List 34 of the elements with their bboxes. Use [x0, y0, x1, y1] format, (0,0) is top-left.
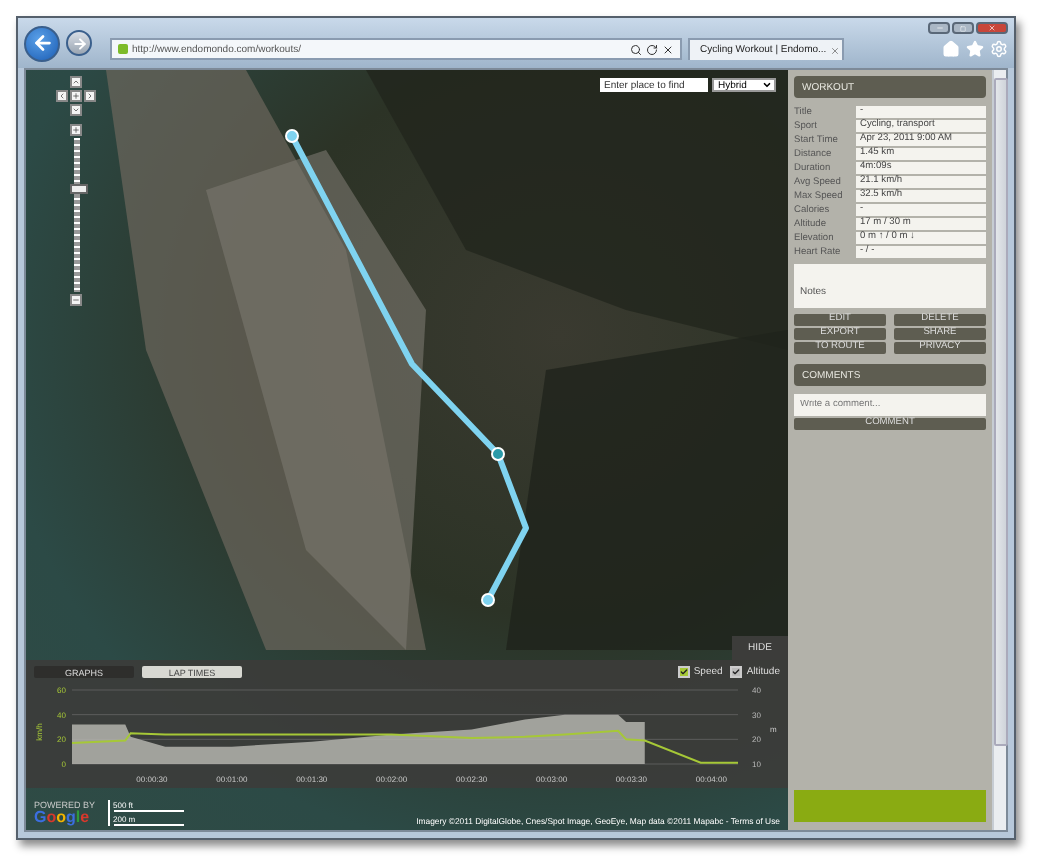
zoom-in-button[interactable]: [70, 124, 82, 136]
google-logo[interactable]: Google: [34, 810, 96, 826]
checkbox[interactable]: [730, 666, 743, 678]
search-icon[interactable]: [630, 43, 642, 55]
maximize-icon: [960, 25, 966, 31]
minimize-button[interactable]: [928, 22, 950, 34]
scrollbar[interactable]: [992, 70, 1006, 830]
back-button[interactable]: [24, 25, 60, 61]
pan-left-button[interactable]: [56, 90, 68, 102]
pan-down-button[interactable]: [70, 104, 82, 116]
forward-button[interactable]: [66, 30, 92, 56]
back-arrow-icon: [31, 32, 53, 54]
zoom-slider-handle[interactable]: [69, 184, 87, 194]
forward-arrow-icon: [71, 35, 87, 51]
scrollbar-thumb[interactable]: [993, 78, 1007, 746]
minimize-icon: [935, 24, 943, 32]
plus-icon: [72, 92, 80, 100]
pan-center-button[interactable]: [70, 90, 82, 102]
plus-icon: [72, 126, 80, 134]
site-icon: [118, 44, 128, 54]
pan-right-button[interactable]: [84, 90, 96, 102]
route-start-marker: [285, 129, 299, 143]
star-icon[interactable]: [966, 40, 984, 58]
close-button[interactable]: [976, 22, 1008, 34]
zoom-out-button[interactable]: [70, 294, 82, 306]
minus-icon: [72, 296, 80, 304]
maximize-button[interactable]: [952, 22, 974, 34]
pan-up-button[interactable]: [70, 76, 82, 88]
stop-icon[interactable]: [662, 43, 674, 55]
caret-icon: [762, 80, 772, 90]
route-marker: [491, 447, 505, 461]
checkbox[interactable]: [677, 666, 690, 678]
refresh-icon[interactable]: [646, 43, 658, 55]
route-end-marker: [481, 593, 495, 607]
